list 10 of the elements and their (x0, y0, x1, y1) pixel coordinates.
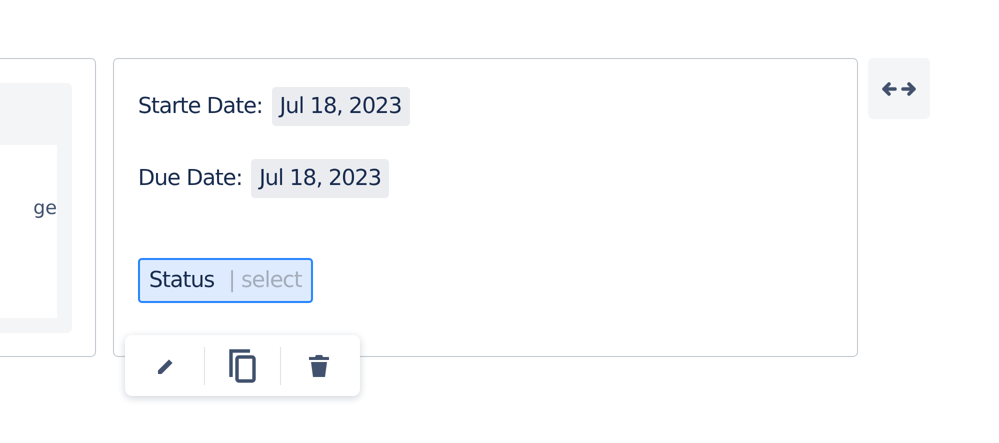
field-label: Due Date: (138, 166, 242, 191)
card-text: ge (33, 197, 57, 219)
trash-icon (308, 354, 330, 378)
resize-button[interactable] (868, 58, 930, 119)
date-chip: Jul 18, 2023 (272, 87, 410, 126)
field-label: Starte Date: (138, 94, 263, 119)
status-field[interactable]: Status | select (138, 258, 313, 303)
copy-icon (228, 348, 258, 384)
horizontal-arrows-icon (881, 80, 917, 96)
date-chip: Jul 18, 2023 (251, 159, 390, 198)
